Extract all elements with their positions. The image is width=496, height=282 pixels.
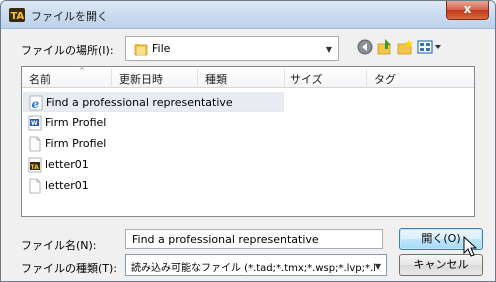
location-dropdown[interactable]: File ▼ [125, 36, 339, 61]
close-button[interactable]: x [446, 1, 489, 20]
blank-document-icon [29, 136, 41, 152]
filename-label: ファイル名(N): [21, 239, 97, 252]
ie-document-icon: e [29, 95, 43, 111]
filename-input[interactable]: Find a professional representative [125, 229, 383, 249]
word-document-icon: W [28, 115, 42, 131]
svg-text:TA: TA [31, 164, 40, 171]
location-value: File [152, 42, 171, 55]
sort-ascending-icon: ^ [79, 67, 85, 75]
chevron-down-icon[interactable]: ▼ [374, 262, 381, 271]
new-folder-icon[interactable] [396, 38, 414, 56]
list-item[interactable]: Firm Profiel [23, 134, 293, 154]
svg-text:TA: TA [11, 11, 25, 22]
location-label: ファイルの場所(I): [21, 44, 114, 57]
window-title: ファイルを開く [31, 10, 108, 23]
column-divider[interactable] [197, 69, 198, 86]
tad-document-icon: TA [28, 157, 42, 173]
column-divider[interactable] [366, 69, 367, 86]
filetype-value: 読み込み可能なファイル (*.tad;*.tmx;*.wsp;*.lvp;*.l [131, 263, 376, 274]
column-divider[interactable] [284, 69, 285, 86]
list-item[interactable]: TA letter01 [23, 155, 293, 175]
back-icon[interactable] [356, 38, 374, 56]
view-menu-icon[interactable] [417, 38, 443, 56]
app-logo-icon: TA [9, 8, 25, 22]
blank-document-icon [29, 178, 41, 194]
list-item[interactable]: W Firm Profiel [23, 113, 293, 133]
svg-text:W: W [31, 120, 38, 127]
up-folder-icon[interactable] [376, 38, 394, 56]
column-name[interactable]: 名前 [29, 71, 51, 87]
list-item[interactable]: e Find a professional representative [23, 92, 284, 112]
column-divider[interactable] [111, 69, 112, 86]
svg-text:e: e [32, 97, 40, 111]
open-file-dialog: TA ファイルを開く x ファイルの場所(I): File ▼ 名前 ^ 更新日… [0, 0, 496, 282]
mouse-cursor-icon [463, 236, 478, 257]
filetype-dropdown[interactable]: 読み込み可能なファイル (*.tad;*.tmx;*.wsp;*.lvp;*.l… [125, 254, 387, 276]
column-tags[interactable]: タグ [374, 71, 396, 87]
chevron-down-icon[interactable]: ▼ [326, 45, 332, 54]
file-name: letter01 [45, 158, 89, 171]
column-type[interactable]: 種類 [205, 71, 227, 87]
file-name: Firm Profiel [45, 137, 107, 150]
file-name: Find a professional representative [46, 96, 233, 109]
title-bar[interactable]: TA ファイルを開く x [1, 1, 495, 29]
list-item[interactable]: letter01 [23, 176, 293, 196]
folder-icon [134, 44, 148, 56]
file-list[interactable]: 名前 ^ 更新日時 種類 サイズ タグ e Find a professiona… [21, 66, 475, 217]
filetype-label: ファイルの種類(T): [21, 262, 118, 275]
column-size[interactable]: サイズ [290, 71, 323, 87]
column-header: 名前 ^ 更新日時 種類 サイズ タグ [22, 67, 474, 88]
file-name: letter01 [45, 179, 89, 192]
file-name: Firm Profiel [45, 116, 107, 129]
column-modified[interactable]: 更新日時 [119, 71, 163, 87]
